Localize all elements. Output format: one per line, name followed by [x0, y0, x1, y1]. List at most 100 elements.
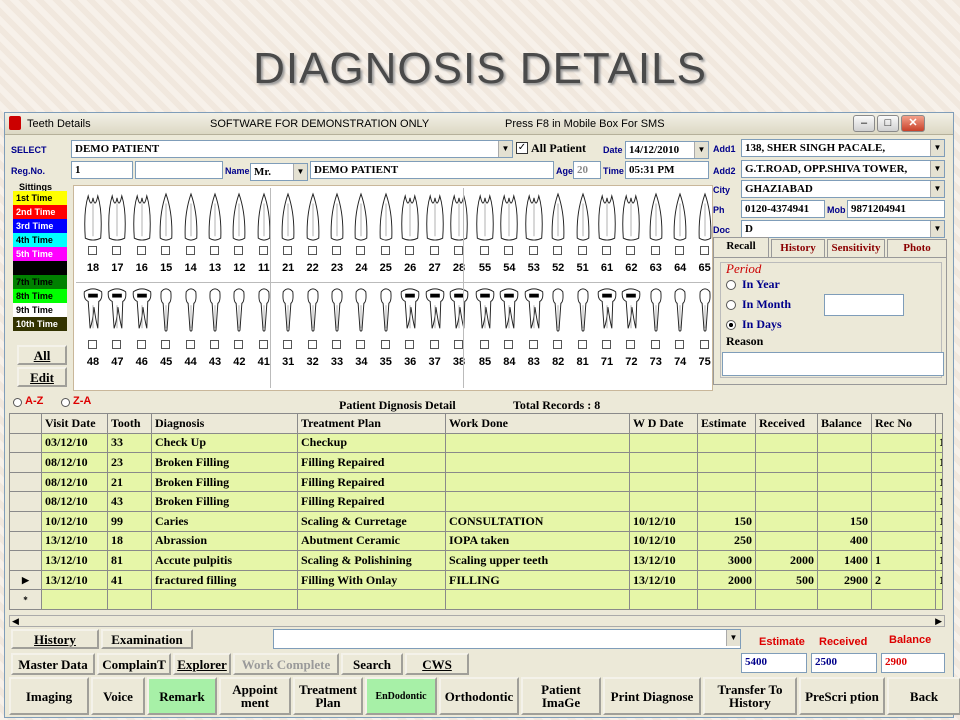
tooth-83-icon[interactable] — [523, 286, 545, 336]
column-header[interactable]: Received — [755, 413, 818, 434]
row-selector[interactable] — [9, 491, 42, 512]
tooth-41-checkbox[interactable] — [258, 340, 268, 349]
tooth-13-checkbox[interactable] — [210, 246, 219, 255]
tooth-52-icon[interactable] — [547, 192, 569, 242]
table-row[interactable]: 13/12/10 18 Abrassion Abutment Ceramic IOPA … — [9, 530, 943, 552]
tooth-72-checkbox[interactable] — [626, 340, 636, 349]
tooth-73-checkbox[interactable] — [650, 340, 660, 349]
tooth-61-icon[interactable] — [596, 192, 618, 242]
column-header[interactable]: Rec No — [871, 413, 936, 434]
tooth-34-checkbox[interactable] — [356, 340, 366, 349]
tooth-13-icon[interactable] — [204, 192, 226, 242]
table-cell[interactable]: 41 — [107, 569, 152, 591]
tooth-82-icon[interactable] — [547, 286, 569, 336]
table-cell[interactable]: 13/12/10 — [41, 530, 108, 552]
table-cell[interactable] — [629, 589, 698, 610]
tooth-75-checkbox[interactable] — [699, 340, 709, 349]
table-cell[interactable] — [871, 432, 936, 454]
title-select[interactable]: Mr. ▼ — [250, 163, 308, 181]
table-cell[interactable] — [629, 452, 698, 473]
tooth-17-icon[interactable] — [106, 192, 128, 242]
table-cell[interactable] — [445, 589, 630, 610]
tooth-46-checkbox[interactable] — [136, 340, 146, 349]
tooth-25-checkbox[interactable] — [380, 246, 390, 255]
tooth-26-icon[interactable] — [399, 192, 421, 242]
tooth-55-icon[interactable] — [474, 192, 496, 242]
table-cell[interactable] — [755, 432, 818, 454]
patient-image-button[interactable]: Patient ImaGe — [521, 677, 601, 715]
tab-recall[interactable]: Recall — [713, 237, 769, 257]
table-cell[interactable]: Caries — [151, 510, 298, 532]
back-button[interactable]: Back — [887, 677, 960, 715]
tooth-31-icon[interactable] — [277, 286, 299, 336]
tooth-65-icon[interactable] — [694, 192, 716, 242]
tooth-84-icon[interactable] — [498, 286, 520, 336]
tooth-14-icon[interactable] — [180, 192, 202, 242]
tooth-41-icon[interactable] — [253, 286, 275, 336]
tooth-15-icon[interactable] — [155, 192, 177, 242]
table-cell[interactable] — [871, 510, 936, 532]
voice-button[interactable]: Voice — [91, 677, 145, 715]
table-cell[interactable] — [297, 589, 446, 610]
table-row[interactable]: ▶ 13/12/10 41 fractured filling Filling With… — [9, 569, 943, 591]
minimize-button[interactable]: – — [853, 115, 875, 132]
table-cell[interactable]: 13/12/10 — [41, 550, 108, 571]
row-selector[interactable] — [9, 550, 42, 571]
table-cell[interactable]: 81 — [107, 550, 152, 571]
column-header[interactable]: W D Date — [629, 413, 698, 434]
table-cell[interactable] — [629, 471, 698, 493]
mobile-field[interactable]: 9871204941 — [847, 200, 945, 218]
table-cell[interactable]: 2000 — [755, 550, 818, 571]
tooth-55-checkbox[interactable] — [480, 246, 489, 255]
table-cell[interactable]: 33 — [107, 432, 152, 454]
table-row[interactable]: 08/12/10 21 Broken Filling Filling Repaired… — [9, 471, 943, 493]
row-selector[interactable]: ▶ — [9, 569, 42, 591]
tooth-11-icon[interactable] — [253, 192, 275, 242]
table-cell[interactable]: Broken Filling — [151, 452, 298, 473]
table-cell[interactable]: FILLING — [445, 569, 630, 591]
tooth-47-icon[interactable] — [106, 286, 128, 336]
table-cell[interactable]: IOPA taken — [445, 530, 630, 552]
tooth-54-icon[interactable] — [498, 192, 520, 242]
close-button[interactable]: ✕ — [901, 115, 925, 132]
table-cell[interactable]: 08/12/10 — [41, 471, 108, 493]
examination-button[interactable]: Examination — [101, 629, 193, 649]
tooth-17-checkbox[interactable] — [112, 246, 122, 255]
table-cell[interactable] — [817, 452, 872, 473]
tooth-11-checkbox[interactable] — [258, 246, 268, 255]
tooth-36-icon[interactable] — [399, 286, 421, 336]
table-cell[interactable] — [755, 452, 818, 473]
tooth-84-checkbox[interactable] — [504, 340, 514, 349]
tooth-81-checkbox[interactable] — [577, 340, 587, 349]
tooth-62-checkbox[interactable] — [626, 246, 636, 255]
complaint-button[interactable]: ComplainT — [97, 653, 171, 675]
tooth-24-icon[interactable] — [350, 192, 372, 242]
column-header[interactable]: Tooth — [107, 413, 152, 434]
table-cell[interactable] — [41, 589, 108, 610]
table-cell[interactable]: 21 — [107, 471, 152, 493]
tooth-21-icon[interactable] — [277, 192, 299, 242]
tooth-63-icon[interactable] — [645, 192, 667, 242]
table-cell[interactable] — [755, 471, 818, 493]
table-cell[interactable] — [445, 432, 630, 454]
tooth-71-checkbox[interactable] — [602, 340, 611, 349]
table-cell[interactable] — [445, 491, 630, 512]
tooth-43-icon[interactable] — [204, 286, 226, 336]
table-cell[interactable]: Scaling upper teeth — [445, 550, 630, 571]
time-field[interactable]: 05:31 PM — [625, 161, 709, 179]
explorer-button[interactable]: Explorer — [173, 653, 231, 675]
table-cell[interactable]: 99 — [107, 510, 152, 532]
table-cell[interactable]: Broken Filling — [151, 491, 298, 512]
table-cell[interactable]: 08/12/10 — [41, 491, 108, 512]
table-cell[interactable]: 10/12/10 — [41, 510, 108, 532]
table-cell[interactable]: Filling Repaired — [297, 452, 446, 473]
history-dropdown[interactable]: ▼ — [273, 629, 741, 649]
table-cell[interactable] — [151, 589, 298, 610]
tooth-32-checkbox[interactable] — [307, 340, 317, 349]
table-cell[interactable] — [755, 510, 818, 532]
table-cell[interactable]: Filling Repaired — [297, 471, 446, 493]
table-cell[interactable] — [871, 491, 936, 512]
table-cell[interactable]: 10/12/10 — [629, 530, 698, 552]
tooth-16-icon[interactable] — [131, 192, 153, 242]
treatment-plan-button[interactable]: Treatment Plan — [293, 677, 363, 715]
